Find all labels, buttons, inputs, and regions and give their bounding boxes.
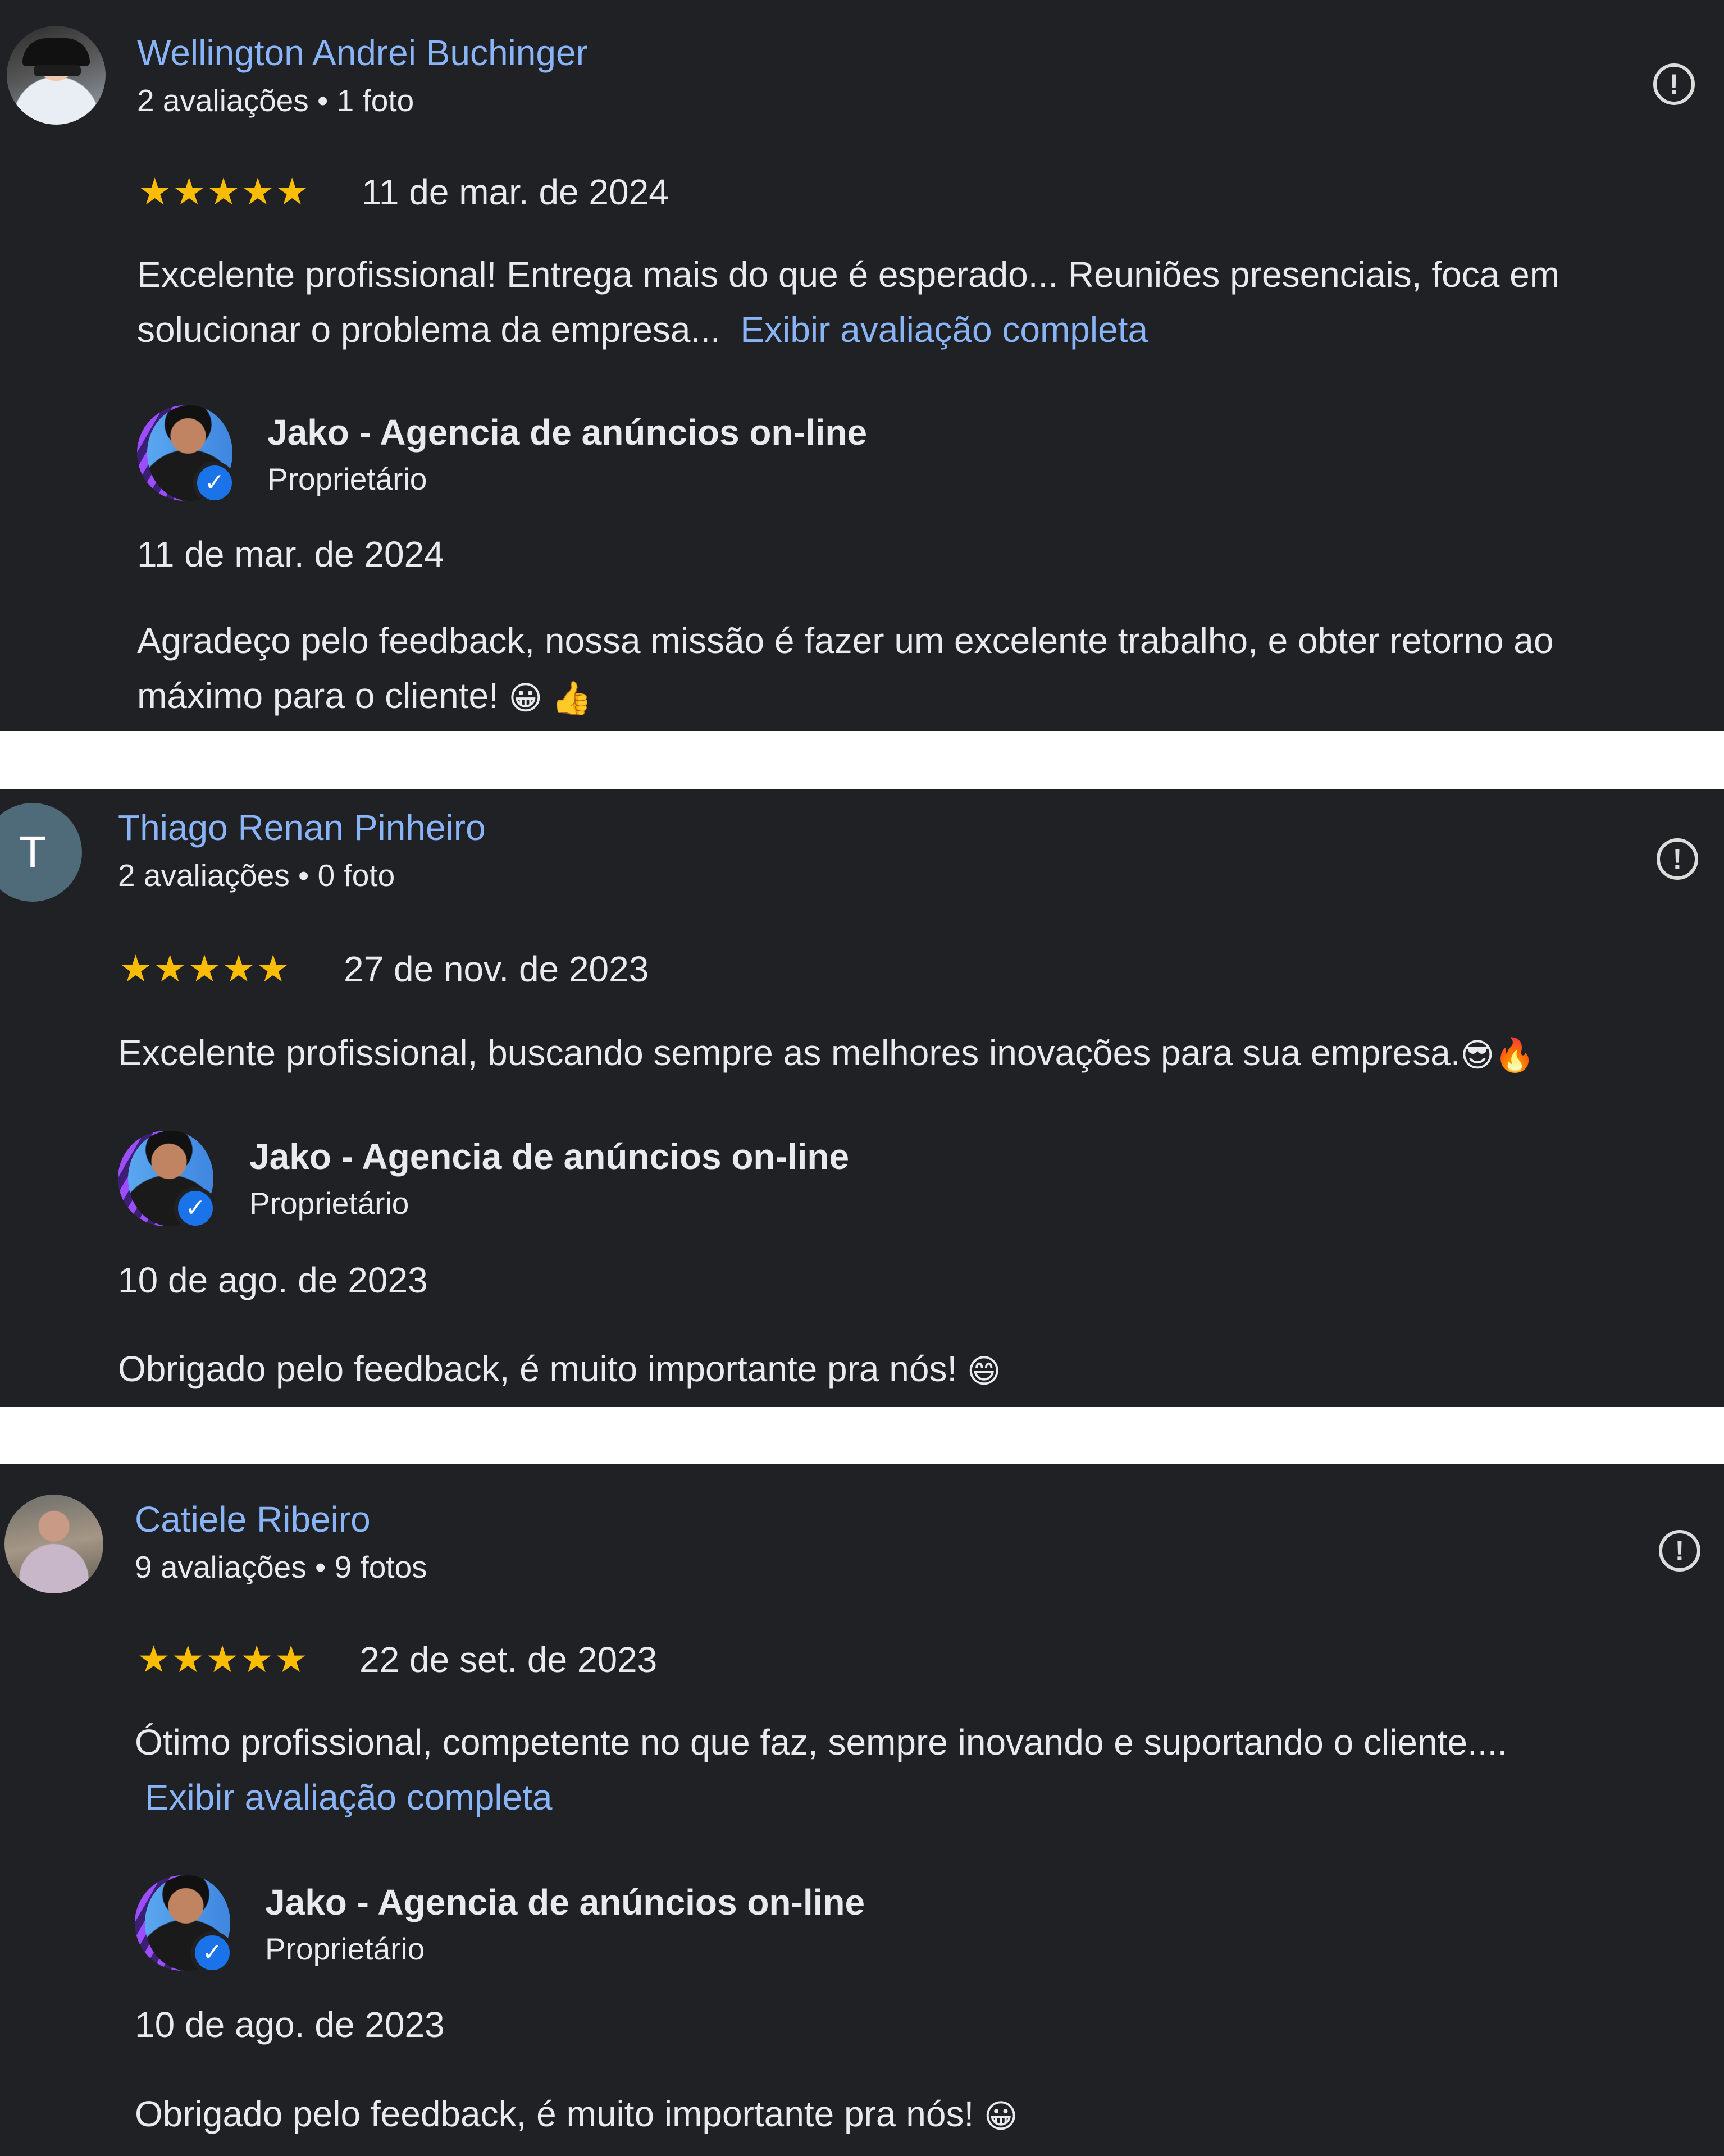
owner-avatar[interactable]: ✓	[135, 1875, 234, 1974]
star-rating: ★★★★★	[138, 171, 310, 212]
review-text-line: Ótimo profissional, competente no que fa…	[135, 1722, 1508, 1762]
reviewer-name[interactable]: Wellington Andrei Buchinger	[137, 35, 588, 71]
verified-badge-icon: ✓	[191, 1931, 234, 1974]
star-rating: ★★★★★	[119, 948, 291, 989]
owner-reply-text: Obrigado pelo feedback, é muito importan…	[118, 1341, 1001, 1399]
reply-text-line: máximo para o cliente! 😀 👍	[137, 668, 1553, 726]
review-text: Excelente profissional, buscando sempre …	[118, 1025, 1535, 1083]
review-text-line: Excelente profissional, buscando sempre …	[118, 1025, 1535, 1083]
review-text-content: Excelente profissional, buscando sempre …	[118, 1033, 1461, 1073]
reviewer-meta: 2 avaliações • 0 foto	[118, 858, 395, 893]
review-emoji: 😎🔥	[1460, 1037, 1535, 1074]
reply-emoji: 😀	[984, 2098, 1018, 2135]
report-flag-icon[interactable]: !	[1657, 838, 1698, 880]
review-text: Excelente profissional! Entrega mais do …	[137, 247, 1559, 357]
verified-badge-icon: ✓	[193, 462, 236, 504]
reply-text-line: Agradeço pelo feedback, nossa missão é f…	[137, 620, 1554, 661]
reply-text-line-2: máximo para o cliente!	[137, 675, 499, 716]
review-text: Ótimo profissional, competente no que fa…	[135, 1715, 1507, 1825]
owner-name[interactable]: Jako - Agencia de anúncios on-line	[265, 1884, 865, 1920]
reply-text-line: Obrigado pelo feedback, é muito importan…	[118, 1341, 1001, 1399]
star-rating: ★★★★★	[137, 1638, 309, 1680]
review-text-line: solucionar o problema da empresa... Exib…	[137, 302, 1559, 357]
owner-reply-text: Obrigado pelo feedback, é muito importan…	[135, 2086, 1018, 2144]
review-text-line: Excelente profissional! Entrega mais do …	[137, 254, 1559, 295]
avatar-sunglasses	[34, 65, 81, 76]
owner-avatar[interactable]: ✓	[137, 405, 236, 504]
report-flag-icon[interactable]: !	[1659, 1530, 1700, 1572]
review-date: 22 de set. de 2023	[359, 1639, 658, 1680]
reply-text-content: Obrigado pelo feedback, é muito importan…	[135, 2094, 974, 2134]
owner-role: Proprietário	[249, 1186, 409, 1221]
reviewer-name[interactable]: Catiele Ribeiro	[135, 1501, 371, 1537]
reply-text-line: Obrigado pelo feedback, é muito importan…	[135, 2086, 1018, 2144]
reviewer-avatar[interactable]: T	[0, 803, 82, 902]
show-full-review-link[interactable]: Exibir avaliação completa	[145, 1777, 553, 1817]
review-card: Catiele Ribeiro 9 avaliações • 9 fotos !…	[0, 1464, 1724, 2156]
reply-date: 10 de ago. de 2023	[135, 2004, 445, 2045]
review-card: Wellington Andrei Buchinger 2 avaliações…	[0, 0, 1724, 731]
reply-text-content: Obrigado pelo feedback, é muito importan…	[118, 1349, 957, 1389]
reviewer-avatar[interactable]	[4, 1495, 103, 1593]
review-date: 27 de nov. de 2023	[344, 949, 649, 989]
reply-date: 10 de ago. de 2023	[118, 1260, 428, 1300]
owner-role: Proprietário	[265, 1931, 425, 1966]
review-text-line: Exibir avaliação completa	[135, 1770, 1507, 1825]
reviewer-meta: 2 avaliações • 1 foto	[137, 83, 414, 118]
reply-emoji: 😀 👍	[508, 680, 592, 717]
reply-date: 11 de mar. de 2024	[137, 534, 444, 574]
reviewer-avatar[interactable]	[7, 26, 106, 125]
show-full-review-link[interactable]: Exibir avaliação completa	[740, 309, 1148, 350]
avatar-cap	[22, 38, 90, 66]
verified-badge-icon: ✓	[174, 1187, 217, 1230]
owner-reply-text: Agradeço pelo feedback, nossa missão é f…	[137, 613, 1553, 726]
owner-avatar[interactable]: ✓	[118, 1131, 217, 1230]
owner-role: Proprietário	[267, 462, 427, 496]
review-card: T Thiago Renan Pinheiro 2 avaliações • 0…	[0, 789, 1724, 1407]
owner-name[interactable]: Jako - Agencia de anúncios on-line	[249, 1139, 849, 1175]
review-text-line-2: solucionar o problema da empresa...	[137, 309, 720, 350]
review-date: 11 de mar. de 2024	[362, 172, 669, 212]
owner-name[interactable]: Jako - Agencia de anúncios on-line	[267, 414, 867, 450]
reviewer-meta: 9 avaliações • 9 fotos	[135, 1550, 427, 1584]
reviewer-name[interactable]: Thiago Renan Pinheiro	[118, 810, 486, 846]
reply-emoji: 😄	[967, 1353, 1001, 1390]
report-flag-icon[interactable]: !	[1653, 63, 1695, 105]
